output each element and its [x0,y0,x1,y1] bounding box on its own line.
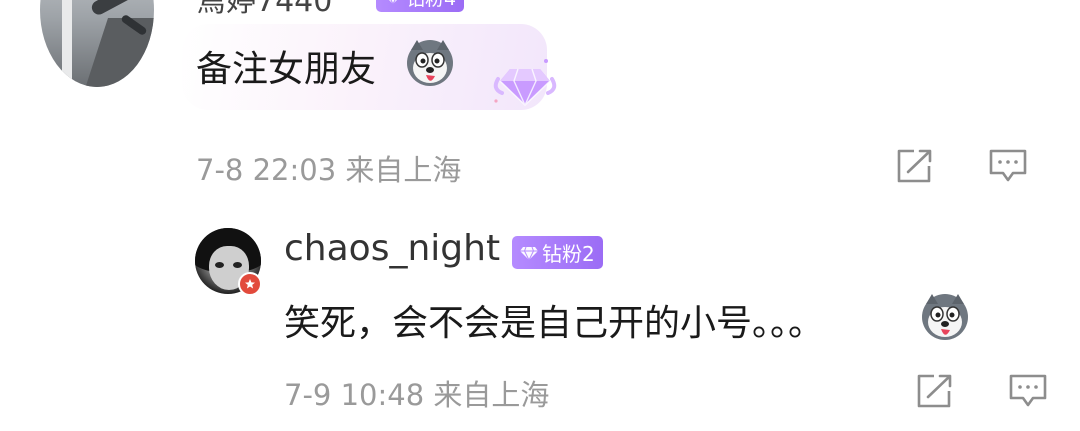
share-icon[interactable] [914,373,954,409]
comment-reply-icon[interactable] [1008,373,1048,409]
comment2-fan-badge[interactable]: 钻粉2 [512,236,603,269]
comment2-username[interactable]: chaos_night [284,228,500,269]
share-icon[interactable] [894,148,934,184]
comment1-username[interactable]: 焉婷7440 [196,0,332,20]
comment1-time: 7-8 22:03 [196,153,337,187]
comment1-fan-badge[interactable]: 钻粉4 [376,0,465,12]
diamond-icon [389,0,397,4]
husky-emoji-icon [407,40,453,86]
comment2-meta: 7-9 10:48 来自上海 [284,372,549,414]
diamond-badge-icon [493,59,557,106]
comment-reply-icon[interactable] [988,148,1028,184]
comment2-time: 7-9 10:48 [284,378,425,412]
comment1-location: 来自上海 [345,153,462,187]
comment2-location: 来自上海 [433,378,550,412]
comment1-text[interactable]: 备注女朋友 [196,40,376,92]
husky-emoji-icon [922,294,968,340]
comment2-badge-label: 钻粉2 [542,242,595,266]
comment1-meta: 7-8 22:03 来自上海 [196,147,461,189]
verified-badge-icon [238,272,262,296]
comment2-text[interactable]: 笑死，会不会是自己开的小号。。。 [284,294,824,346]
diamond-icon [520,246,538,260]
comment1-badge-label: 钻粉4 [406,0,456,11]
comment1-avatar[interactable] [40,0,154,87]
